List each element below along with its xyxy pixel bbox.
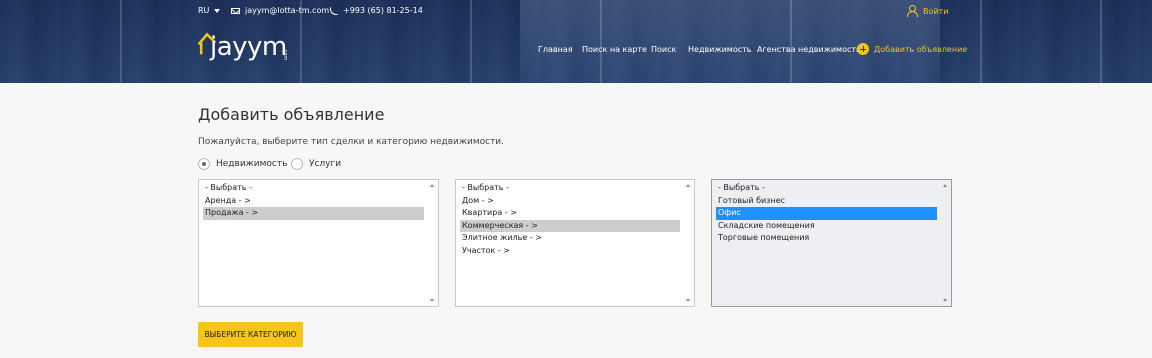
list-item-selected[interactable]: Офис xyxy=(716,207,937,220)
email-text: jayym@lotta-tm.com xyxy=(245,6,330,15)
list-item[interactable]: Дом - > xyxy=(460,195,680,208)
phone-text: +993 (65) 81-25-14 xyxy=(343,6,423,15)
scroll-down-icon[interactable] xyxy=(943,299,947,302)
nav-item-agencies[interactable]: Агенства недвижимости xyxy=(757,45,861,54)
nav-item-map-search[interactable]: Поиск на карте xyxy=(582,45,647,54)
page-subtitle: Пожалуйста, выберите тип сделки и катего… xyxy=(198,137,505,147)
main-nav: Главная Поиск на карте Поиск Недвижимост… xyxy=(0,43,1152,57)
phone-icon xyxy=(330,6,338,15)
radio-label: Услуги xyxy=(309,159,342,169)
email-link[interactable]: jayym@lotta-tm.com xyxy=(231,6,329,15)
list-item[interactable]: Участок - > xyxy=(460,245,680,258)
scroll-up-icon[interactable] xyxy=(943,184,947,187)
chevron-down-icon xyxy=(214,8,221,13)
nav-item-home[interactable]: Главная xyxy=(538,45,573,54)
add-listing-label: Добавить объявление xyxy=(874,44,968,54)
language-label: RU xyxy=(198,6,210,15)
radio-services[interactable]: Услуги xyxy=(291,158,341,170)
list-item-selected[interactable]: Продажа - > xyxy=(203,207,424,220)
scrollbar[interactable] xyxy=(427,180,438,306)
scroll-down-icon[interactable] xyxy=(430,299,434,302)
list-item[interactable]: - Выбрать - xyxy=(716,182,937,195)
list-item[interactable]: - Выбрать - xyxy=(203,182,424,195)
property-type-list[interactable]: - Выбрать - Дом - > Квартира - > Коммерч… xyxy=(455,179,695,307)
radio-label: Недвижимость xyxy=(216,159,288,169)
list-item[interactable]: - Выбрать - xyxy=(460,182,680,195)
list-item-selected[interactable]: Коммерческая - > xyxy=(460,219,680,233)
list-item[interactable]: Готовый бизнес xyxy=(716,195,937,208)
list-item[interactable]: Аренда - > xyxy=(203,195,424,208)
language-selector[interactable]: RU xyxy=(198,6,221,15)
scrollbar[interactable] xyxy=(683,180,694,306)
phone-link[interactable]: +993 (65) 81-25-14 xyxy=(330,6,423,15)
page-title: Добавить объявление xyxy=(198,105,385,124)
radio-circle xyxy=(198,158,210,170)
scroll-up-icon[interactable] xyxy=(430,184,434,187)
scrollbar[interactable] xyxy=(940,180,951,306)
add-listing-button[interactable]: Добавить объявление xyxy=(857,43,967,55)
mail-icon xyxy=(231,7,240,14)
scroll-up-icon[interactable] xyxy=(686,184,690,187)
scroll-down-icon[interactable] xyxy=(686,299,690,302)
list-item[interactable]: Квартира - > xyxy=(460,207,680,220)
list-item[interactable]: Складские помещения xyxy=(716,220,937,233)
radio-circle xyxy=(291,158,303,170)
choose-category-button[interactable]: ВЫБЕРИТЕ КАТЕГОРИЮ xyxy=(198,322,303,347)
radio-real-estate[interactable]: Недвижимость xyxy=(198,158,287,170)
category-list[interactable]: - Выбрать - Готовый бизнес Офис Складски… xyxy=(711,179,952,307)
user-icon xyxy=(907,5,918,17)
login-link[interactable]: Войти xyxy=(907,5,948,17)
list-item[interactable]: Элитное жилье - > xyxy=(460,232,680,245)
nav-item-real-estate[interactable]: Недвижимость xyxy=(688,45,752,54)
list-item[interactable]: Торговые помещения xyxy=(716,232,937,245)
nav-item-search[interactable]: Поиск xyxy=(651,45,676,54)
login-label: Войти xyxy=(923,6,949,16)
top-bar: RU jayym@lotta-tm.com +993 (65) 81-25-14… xyxy=(0,5,1152,20)
plus-icon xyxy=(857,43,869,55)
deal-type-list[interactable]: - Выбрать - Аренда - > Продажа - > xyxy=(198,179,439,307)
